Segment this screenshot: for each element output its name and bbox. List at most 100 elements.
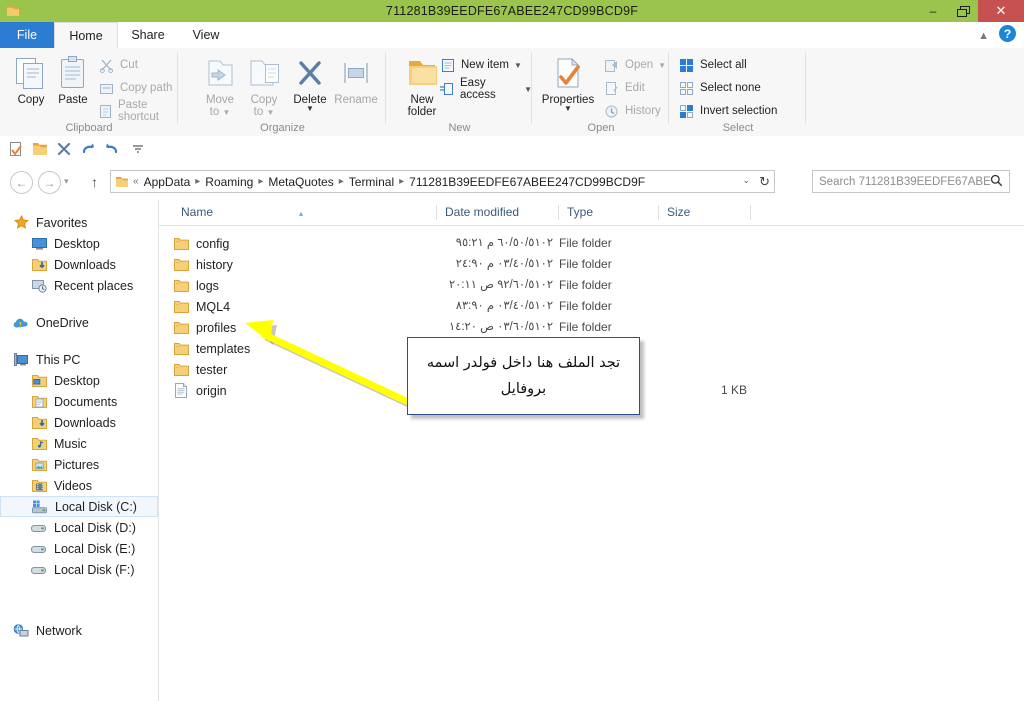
sidebar-item-documents[interactable]: Documents [0,391,158,412]
sidebar-item-onedrive[interactable]: OneDrive [0,312,158,333]
rename-button[interactable]: Rename [329,53,383,106]
easy-access-button[interactable]: Easy access ▼ [439,78,532,100]
navigation-pane[interactable]: Favorites Desktop Downloads Recent place… [0,200,159,701]
breadcrumb-separator[interactable]: ▸ [337,176,346,187]
sidebar-item-music[interactable]: Music [0,433,158,454]
file-name-cell-profiles[interactable]: profiles [173,317,236,338]
invert-selection-button[interactable]: Invert selection [678,100,777,122]
table-row[interactable]: config ٢٠١٥/٠٥/٠٦ م ١٢:٥٩ File folder [159,233,1024,254]
column-header-size[interactable]: Size [659,200,751,225]
breadcrumb-metaquotes[interactable]: MetaQuotes [265,175,336,189]
search-input[interactable]: Search 711281B39EEDFE67ABE... [819,176,990,188]
size-cell [659,254,747,275]
new-folder-icon[interactable] [30,139,50,159]
breadcrumb-separator[interactable]: ▸ [256,176,265,187]
file-name-cell[interactable]: templates [173,338,250,359]
file-name-cell[interactable]: tester [173,359,227,380]
ribbon-controls: ▲ ? [978,25,1016,42]
sidebar-item-network[interactable]: Network [0,620,158,641]
file-list-pane[interactable]: ▴ Name Date modified Type Size config [159,200,1024,701]
up-button[interactable]: ↑ [84,171,105,192]
sidebar-gap [0,333,158,349]
recent-locations-button[interactable]: ▾ [64,176,69,187]
sidebar-item-favorites[interactable]: Favorites [0,212,158,233]
sidebar-item-downloads[interactable]: Downloads [0,254,158,275]
properties-icon[interactable] [6,139,26,159]
file-name-cell[interactable]: MQL4 [173,296,230,317]
open-button[interactable]: Open ▼ [603,54,666,76]
column-header-date-modified[interactable]: Date modified [437,200,559,225]
sidebar-item-this-pc-desktop[interactable]: Desktop [0,370,158,391]
sidebar-item-local-disk-d[interactable]: Local Disk (D:) [0,517,158,538]
close-button[interactable]: ✕ [978,0,1024,22]
chevron-up-icon[interactable]: ▲ [978,30,989,42]
sidebar-item-this-pc-downloads[interactable]: Downloads [0,412,158,433]
sidebar-item-pictures[interactable]: Pictures [0,454,158,475]
tab-share[interactable]: Share [118,22,178,48]
restore-button[interactable] [948,0,978,22]
paste-icon [46,53,100,91]
chevron-down-icon[interactable]: ⌄ [742,175,750,186]
select-none-button[interactable]: Select none [678,77,761,99]
file-name: config [196,237,229,251]
type-cell: File folder [559,233,612,254]
select-all-button[interactable]: Select all [678,54,747,76]
sidebar-label: This PC [36,353,80,367]
edit-button[interactable]: Edit [603,77,645,99]
file-name-cell[interactable]: origin [173,380,227,401]
customize-icon[interactable] [128,139,148,159]
file-name: logs [196,279,219,293]
paste-button[interactable]: Paste [46,53,100,106]
breadcrumb-roaming[interactable]: Roaming [202,175,256,189]
refresh-icon[interactable]: ↻ [759,174,770,190]
forward-button[interactable]: → [38,171,61,194]
back-button[interactable]: ← [10,171,33,194]
sidebar-item-videos[interactable]: Videos [0,475,158,496]
sidebar-item-local-disk-e[interactable]: Local Disk (E:) [0,538,158,559]
file-name-cell[interactable]: config [173,233,229,254]
breadcrumb-overflow[interactable]: « [131,176,141,187]
breadcrumb-separator[interactable]: ▸ [193,176,202,187]
sidebar-item-local-disk-f[interactable]: Local Disk (F:) [0,559,158,580]
history-button[interactable]: History [603,100,661,122]
sidebar-item-this-pc[interactable]: This PC [0,349,158,370]
delete-icon[interactable] [54,139,74,159]
breadcrumb-terminal[interactable]: Terminal [346,175,397,189]
new-item-button[interactable]: New item ▼ [439,54,522,76]
table-row[interactable]: profiles ٢٠١٥/٠٦/٣٠ ص ٠٢:٤١ File folder [159,317,1024,338]
breadcrumb-current-folder[interactable]: 711281B39EEDFE67ABEE247CD99BCD9F [406,175,648,189]
table-row[interactable]: logs ٢٠١٥/٠٦/٢٩ ص ١١:٠٢ File folder [159,275,1024,296]
group-label-select: Select [670,122,806,134]
search-box[interactable]: Search 711281B39EEDFE67ABE... [812,170,1010,193]
table-row[interactable]: MQL4 ٢٠١٥/٠٤/٣٠ م ٠٩:٣٨ File folder [159,296,1024,317]
breadcrumb-separator[interactable]: ▸ [397,176,406,187]
tab-view[interactable]: View [178,22,234,48]
minimize-button[interactable]: – [918,0,948,22]
sidebar-item-desktop[interactable]: Desktop [0,233,158,254]
search-icon[interactable] [990,174,1003,190]
paste-shortcut-button[interactable]: Paste shortcut [98,100,178,122]
file-name-cell[interactable]: history [173,254,233,275]
rename-label: Rename [329,94,383,106]
column-header-name[interactable]: ▴ Name [173,200,437,225]
file-name: templates [196,342,250,356]
table-row[interactable]: history ٢٠١٥/٠٤/٣٠ م ٠٩:٤٢ File folder [159,254,1024,275]
undo-icon[interactable] [102,139,122,159]
address-bar[interactable]: « AppData ▸ Roaming ▸ MetaQuotes ▸ Termi… [110,170,775,193]
sidebar-item-local-disk-c[interactable]: Local Disk (C:) [0,496,158,517]
breadcrumb-appdata[interactable]: AppData [141,175,194,189]
properties-button[interactable]: Properties ▼ [537,53,599,112]
sidebar-label: Local Disk (D:) [54,521,136,535]
file-name-cell[interactable]: logs [173,275,219,296]
column-divider[interactable] [750,205,751,220]
cut-button[interactable]: Cut [98,54,138,76]
music-folder-icon [30,436,48,452]
tab-home[interactable]: Home [54,22,118,48]
copy-path-button[interactable]: Copy path [98,77,172,99]
help-icon[interactable]: ? [999,25,1016,42]
tab-file[interactable]: File [0,22,54,48]
ribbon-tab-bar: File Home Share View ▲ ? [0,22,1024,49]
column-header-type[interactable]: Type [559,200,659,225]
redo-icon[interactable] [78,139,98,159]
sidebar-item-recent-places[interactable]: Recent places [0,275,158,296]
